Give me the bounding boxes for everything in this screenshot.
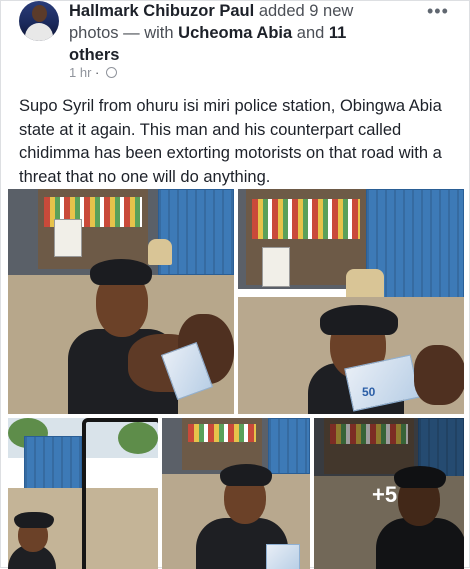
post-text: Supo Syril from ohuru isi miri police st… [19,97,442,186]
tagged-person[interactable]: Ucheoma Abia [178,24,292,42]
post-time: 1 hr · [69,65,117,80]
author-name[interactable]: Hallmark Chibuzor Paul [69,2,254,20]
timestamp[interactable]: 1 hr [69,65,91,80]
banknote [266,544,300,569]
photo-5[interactable]: +5 [314,418,464,569]
author-avatar[interactable] [19,1,59,41]
photo-4[interactable] [162,418,310,569]
officer-beret [14,512,54,528]
hand [414,345,464,405]
with-prefix: — with [123,24,174,42]
avatar-shirt [25,23,53,41]
officer-beret [320,305,398,335]
more-photos-count[interactable]: +5 [372,482,397,508]
officer-beret [90,259,152,285]
shop-sign [262,247,290,287]
post-header: Hallmark Chibuzor Paul added 9 new photo… [69,0,369,66]
avatar-face [32,5,47,22]
time-separator: · [95,65,100,80]
officer-beret [220,464,272,486]
banknote-number: 50 [362,385,376,399]
photo-1[interactable] [8,189,234,414]
facebook-post: Hallmark Chibuzor Paul added 9 new photo… [0,0,470,569]
and-word: and [296,24,325,42]
officer-figure [8,508,68,569]
shop-goods [252,199,360,239]
photo-3[interactable] [8,418,158,569]
globe-icon [106,67,117,78]
photo-2[interactable]: 50 [238,189,464,414]
shop-goods [188,424,256,442]
more-options-button[interactable]: ••• [427,1,449,22]
car-window-frame [82,418,158,569]
